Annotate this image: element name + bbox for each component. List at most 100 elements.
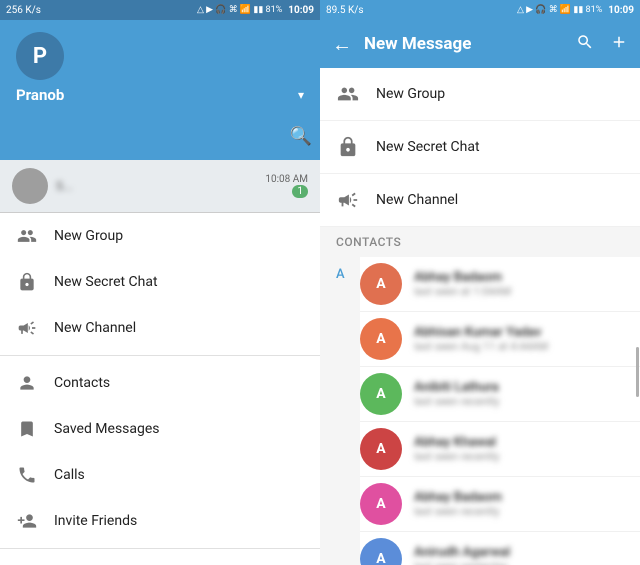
option-new-group-icon (336, 82, 360, 106)
new-channel-label: New Channel (54, 320, 136, 336)
contact-avatar-2: A (360, 318, 402, 360)
saved-messages-label: Saved Messages (54, 421, 160, 437)
option-new-channel-label: New Channel (376, 192, 458, 208)
menu-item-new-secret-chat[interactable]: New Secret Chat (0, 259, 320, 305)
chat-preview-name: S... (56, 179, 265, 193)
drawer-menu: New Group New Secret Chat New Chan (0, 213, 320, 565)
menu-item-contacts[interactable]: Contacts (0, 360, 320, 406)
contact-avatar-5: A (360, 483, 402, 525)
right-time: 10:09 (608, 5, 634, 16)
invite-friends-label: Invite Friends (54, 513, 137, 529)
right-search-icon[interactable] (572, 29, 598, 60)
left-network: 256 K/s (6, 5, 41, 16)
contact-name-2: Abhisan Kumar Yadav (414, 325, 624, 340)
right-status-icons: △ ▶ 🎧 ⌘ 📶 ▮▮ 81% 10:09 (517, 5, 634, 16)
scrollbar-indicator (636, 347, 639, 397)
chat-preview-item[interactable]: S... 10:08 AM 1 (0, 160, 320, 213)
contact-status-5: last seen recently (414, 505, 624, 518)
contacts-section: CONTACTS A A Abhay Badaom last seen at 1… (320, 227, 640, 565)
contact-list-a: A Abhay Badaom last seen at 1:04AM A Abh… (360, 257, 640, 565)
app-container: P Pranob ▾ 🔍 S... 10:08 AM 1 (0, 20, 640, 565)
new-group-icon (16, 225, 38, 247)
contact-avatar-3: A (360, 373, 402, 415)
channel-icon (16, 317, 38, 339)
right-header-title: New Message (364, 34, 564, 54)
search-icon[interactable]: 🔍 (290, 126, 312, 147)
chat-preview-info: S... (56, 179, 265, 193)
right-network: 89.5 K/s (326, 5, 364, 16)
contact-avatar-4: A (360, 428, 402, 470)
contact-name-3: Anibiti Lathura (414, 380, 624, 395)
menu-divider-1 (0, 355, 320, 356)
new-group-label: New Group (54, 228, 123, 244)
new-message-options: New Group New Secret Chat New Chan (320, 68, 640, 227)
contact-info-5: Abhay Badaom last seen recently (414, 490, 624, 518)
contacts-label: Contacts (54, 375, 110, 391)
contact-item-5[interactable]: A Abhay Badaom last seen recently (360, 477, 640, 532)
menu-item-invite-friends[interactable]: Invite Friends (0, 498, 320, 544)
menu-divider-2 (0, 548, 320, 549)
contact-letter-a: A (320, 257, 360, 282)
contact-name-5: Abhay Badaom (414, 490, 624, 505)
contact-avatar-1: A (360, 263, 402, 305)
lock-icon (16, 271, 38, 293)
option-new-group-label: New Group (376, 86, 445, 102)
chat-preview-avatar (12, 168, 48, 204)
contact-item-4[interactable]: A Abhay Khawal last seen recently (360, 422, 640, 477)
contact-info-6: Anirudh Agarwal last seen yesterday (414, 545, 624, 565)
drawer-header: P Pranob ▾ (0, 20, 320, 112)
contact-name-4: Abhay Khawal (414, 435, 624, 450)
drawer-chevron-icon[interactable]: ▾ (298, 88, 304, 102)
chat-timestamp: 10:08 AM (265, 174, 308, 185)
chat-preview-meta: 10:08 AM 1 (265, 174, 308, 198)
contacts-section-header: CONTACTS (320, 227, 640, 253)
bookmark-icon (16, 418, 38, 440)
contact-info-1: Abhay Badaom last seen at 1:04AM (414, 270, 624, 298)
option-lock-icon (336, 135, 360, 159)
menu-item-new-group[interactable]: New Group (0, 213, 320, 259)
contact-info-4: Abhay Khawal last seen recently (414, 435, 624, 463)
contact-item-3[interactable]: A Anibiti Lathura last seen recently (360, 367, 640, 422)
menu-item-calls[interactable]: Calls (0, 452, 320, 498)
menu-item-new-channel[interactable]: New Channel (0, 305, 320, 351)
unread-badge: 1 (292, 185, 308, 198)
left-chat-header: 🔍 (0, 112, 320, 160)
invite-icon (16, 510, 38, 532)
calls-icon (16, 464, 38, 486)
contact-avatar-6: A (360, 538, 402, 565)
new-secret-chat-label: New Secret Chat (54, 274, 158, 290)
option-new-group[interactable]: New Group (320, 68, 640, 121)
contact-name-1: Abhay Badaom (414, 270, 624, 285)
contact-status-3: last seen recently (414, 395, 624, 408)
contact-info-2: Abhisan Kumar Yadav last seen Aug 11 at … (414, 325, 624, 353)
option-new-channel[interactable]: New Channel (320, 174, 640, 227)
menu-item-saved-messages[interactable]: Saved Messages (0, 406, 320, 452)
left-status-icons: △ ▶ 🎧 ⌘ 📶 ▮▮ 81% 10:09 (197, 5, 314, 16)
option-channel-icon (336, 188, 360, 212)
contacts-icon (16, 372, 38, 394)
contact-status-6: last seen yesterday (414, 560, 624, 565)
right-status-bar: 89.5 K/s △ ▶ 🎧 ⌘ 📶 ▮▮ 81% 10:09 (320, 0, 640, 20)
contact-group-a: A A Abhay Badaom last seen at 1:04AM A A… (320, 253, 640, 565)
header-icons (572, 29, 632, 60)
status-bars: 256 K/s △ ▶ 🎧 ⌘ 📶 ▮▮ 81% 10:09 89.5 K/s … (0, 0, 640, 20)
left-status-bar: 256 K/s △ ▶ 🎧 ⌘ 📶 ▮▮ 81% 10:09 (0, 0, 320, 20)
avatar: P (16, 32, 64, 80)
menu-item-settings[interactable]: Settings (0, 553, 320, 565)
contact-item-1[interactable]: A Abhay Badaom last seen at 1:04AM (360, 257, 640, 312)
contact-status-4: last seen recently (414, 450, 624, 463)
option-new-secret-chat-label: New Secret Chat (376, 139, 480, 155)
contact-item-2[interactable]: A Abhisan Kumar Yadav last seen Aug 11 a… (360, 312, 640, 367)
contact-status-2: last seen Aug 11 at 4:44AM (414, 340, 624, 353)
back-button[interactable]: ← (328, 28, 356, 61)
drawer-user-row: Pranob ▾ (16, 86, 304, 104)
contact-item-6[interactable]: A Anirudh Agarwal last seen yesterday (360, 532, 640, 565)
left-panel: P Pranob ▾ 🔍 S... 10:08 AM 1 (0, 20, 320, 565)
right-add-icon[interactable] (606, 29, 632, 60)
left-time: 10:09 (288, 5, 314, 16)
right-header: ← New Message (320, 20, 640, 68)
contact-name-6: Anirudh Agarwal (414, 545, 624, 560)
option-new-secret-chat[interactable]: New Secret Chat (320, 121, 640, 174)
contact-status-1: last seen at 1:04AM (414, 285, 624, 298)
calls-label: Calls (54, 467, 85, 483)
